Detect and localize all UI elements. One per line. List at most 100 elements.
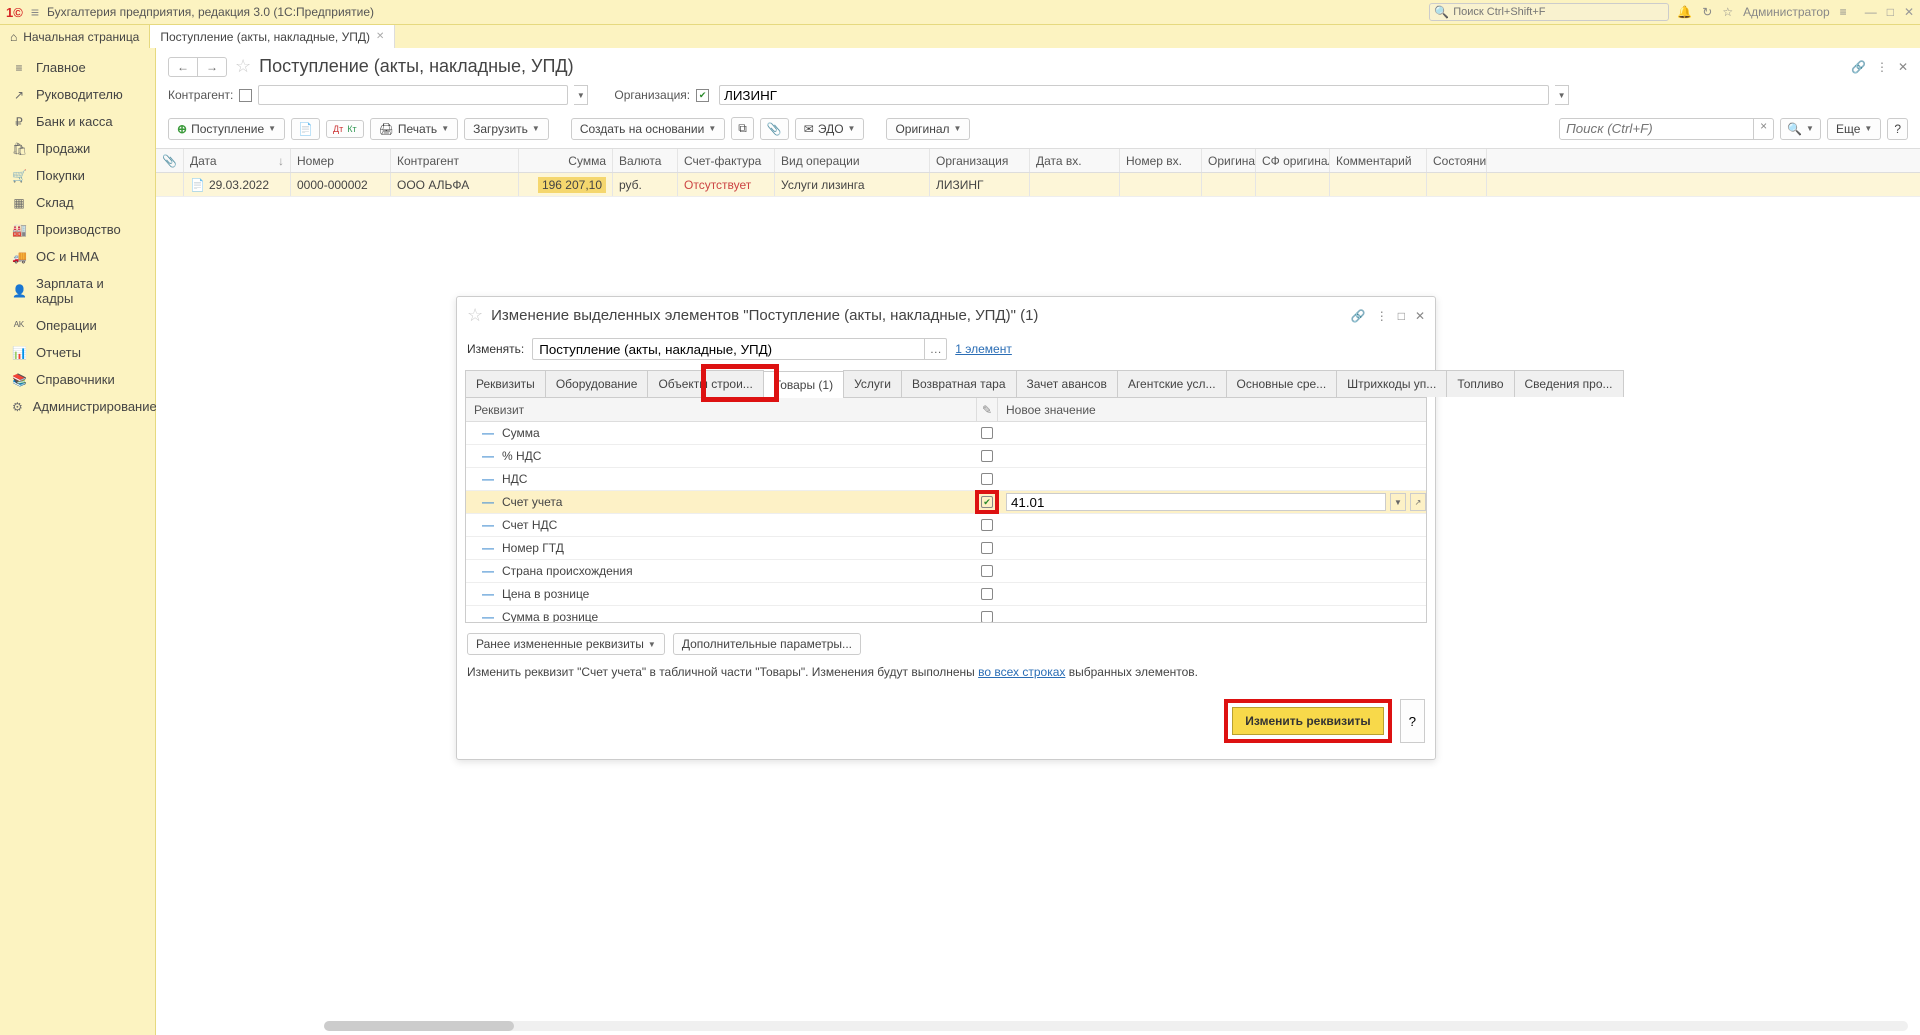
main-menu-icon[interactable]: ≡ [31, 4, 39, 20]
more-button[interactable]: Еще▼ [1827, 118, 1881, 140]
sidebar-item-4[interactable]: 🛒Покупки [0, 162, 155, 189]
dialog-tab-8[interactable]: Основные сре... [1226, 370, 1338, 397]
change-type-more-icon[interactable]: … [925, 338, 947, 360]
dialog-menu-icon[interactable]: ⋮ [1376, 309, 1388, 323]
sidebar-item-12[interactable]: ⚙Администрирование [0, 393, 155, 420]
apply-button[interactable]: Изменить реквизиты [1232, 707, 1383, 735]
filter-agent-checkbox[interactable] [239, 89, 252, 102]
dialog-tab-10[interactable]: Топливо [1446, 370, 1514, 397]
prev-changed-button[interactable]: Ранее измененные реквизиты▼ [467, 633, 665, 655]
attr-checkbox[interactable] [981, 542, 993, 554]
find-button[interactable]: 🔍▼ [1780, 118, 1821, 140]
sidebar-item-11[interactable]: 📚Справочники [0, 366, 155, 393]
attr-checkbox[interactable] [981, 611, 993, 622]
user-name[interactable]: Администратор [1743, 5, 1830, 19]
sidebar-item-3[interactable]: 🛍Продажи [0, 135, 155, 162]
dialog-link-icon[interactable]: 🔗 [1351, 309, 1366, 323]
global-search[interactable]: 🔍 [1429, 3, 1669, 21]
attr-value-open-icon[interactable]: ↗ [1410, 493, 1426, 511]
attr-col-edit-icon[interactable]: ✎ [976, 398, 998, 421]
sidebar-item-9[interactable]: ᴬᴷОперации [0, 312, 155, 339]
dialog-tab-4[interactable]: Услуги [843, 370, 902, 397]
original-button[interactable]: Оригинал▼ [886, 118, 970, 140]
scrollbar-thumb[interactable] [324, 1021, 514, 1031]
change-type-input[interactable] [532, 338, 925, 360]
structure-button[interactable]: ⧉ [731, 117, 754, 140]
dialog-tab-0[interactable]: Реквизиты [465, 370, 546, 397]
dialog-tab-7[interactable]: Агентские усл... [1117, 370, 1227, 397]
attr-row[interactable]: —Номер ГТД [466, 537, 1426, 560]
sidebar-item-6[interactable]: 🏭Производство [0, 216, 155, 243]
attr-row[interactable]: —Счет учета ✔ ▼↗ [466, 491, 1426, 514]
dialog-tab-1[interactable]: Оборудование [545, 370, 649, 397]
attr-row[interactable]: —Счет НДС [466, 514, 1426, 537]
col-comm[interactable]: Комментарий [1330, 149, 1427, 172]
filter-org-input[interactable] [719, 85, 1549, 105]
col-num[interactable]: Номер [291, 149, 391, 172]
col-state[interactable]: Состояние [1427, 149, 1487, 172]
history-icon[interactable]: ↻ [1702, 5, 1712, 19]
dialog-tab-9[interactable]: Штрихкоды уп... [1336, 370, 1447, 397]
dialog-tab-2[interactable]: Объекты строи... [647, 370, 763, 397]
attr-checkbox[interactable] [981, 565, 993, 577]
dialog-help-button[interactable]: ? [1400, 699, 1425, 743]
filter-org-dropdown-icon[interactable]: ▼ [1555, 85, 1569, 105]
col-sforig[interactable]: СФ оригинал [1256, 149, 1330, 172]
toolbar-search-input[interactable] [1559, 118, 1754, 140]
sidebar-item-0[interactable]: ≡Главное [0, 54, 155, 81]
nav-fwd-icon[interactable]: → [198, 58, 226, 76]
attr-row[interactable]: —Цена в рознице [466, 583, 1426, 606]
extra-params-button[interactable]: Дополнительные параметры... [673, 633, 861, 655]
tab-active[interactable]: Поступление (акты, накладные, УПД) ✕ [150, 25, 395, 48]
col-attach[interactable]: 📎 [156, 149, 184, 172]
col-org[interactable]: Организация [930, 149, 1030, 172]
col-numin[interactable]: Номер вх. [1120, 149, 1202, 172]
receipt-button[interactable]: ⊕Поступление▼ [168, 118, 285, 140]
edo-button[interactable]: ✉ЭДО▼ [795, 118, 865, 140]
print-button[interactable]: 🖨Печать▼ [370, 118, 458, 140]
dialog-maximize-icon[interactable]: □ [1398, 309, 1405, 323]
dialog-tab-6[interactable]: Зачет авансов [1016, 370, 1118, 397]
col-inv[interactable]: Счет-фактура [678, 149, 775, 172]
sidebar-item-2[interactable]: ₽Банк и касса [0, 108, 155, 135]
tab-start-page[interactable]: ⌂ Начальная страница [0, 25, 150, 48]
dialog-favorite-icon[interactable]: ☆ [467, 305, 483, 326]
filter-org-checkbox[interactable]: ✔ [696, 89, 709, 102]
attr-value-dropdown-icon[interactable]: ▼ [1390, 493, 1406, 511]
bell-icon[interactable]: 🔔 [1677, 5, 1692, 19]
col-agent[interactable]: Контрагент [391, 149, 519, 172]
all-rows-link[interactable]: во всех строках [978, 665, 1065, 679]
dialog-close-icon[interactable]: ✕ [1415, 309, 1425, 323]
sidebar-item-10[interactable]: 📊Отчеты [0, 339, 155, 366]
attach-button[interactable]: 📎 [760, 118, 789, 140]
filter-agent-input[interactable] [258, 85, 568, 105]
attr-col-value[interactable]: Новое значение [998, 403, 1426, 417]
sidebar-item-8[interactable]: 👤Зарплата и кадры [0, 270, 155, 312]
filter-agent-dropdown-icon[interactable]: ▼ [574, 85, 588, 105]
col-curr[interactable]: Валюта [613, 149, 678, 172]
col-date[interactable]: Дата↓ [184, 149, 291, 172]
create-based-button[interactable]: Создать на основании▼ [571, 118, 725, 140]
attr-col-name[interactable]: Реквизит [466, 403, 976, 417]
dialog-tab-3[interactable]: Товары (1) [763, 371, 844, 398]
star-icon[interactable]: ☆ [1722, 5, 1733, 19]
tab-close-icon[interactable]: ✕ [376, 31, 384, 42]
attr-row[interactable]: —НДС [466, 468, 1426, 491]
menu-dots-icon[interactable]: ⋮ [1876, 60, 1888, 74]
attr-value-input[interactable] [1006, 493, 1386, 511]
attr-checkbox[interactable]: ✔ [981, 496, 993, 508]
attr-checkbox[interactable] [981, 450, 993, 462]
attr-checkbox[interactable] [981, 473, 993, 485]
table-row[interactable]: 📄29.03.2022 0000-000002 ООО АЛЬФА 196 20… [156, 173, 1920, 197]
horizontal-scrollbar[interactable] [324, 1021, 1908, 1031]
col-datein[interactable]: Дата вх. [1030, 149, 1120, 172]
help-button[interactable]: ? [1887, 118, 1908, 140]
element-count-link[interactable]: 1 элемент [955, 342, 1012, 356]
attr-row[interactable]: —% НДС [466, 445, 1426, 468]
attr-row[interactable]: —Сумма [466, 422, 1426, 445]
toolbar-search-clear-icon[interactable]: × [1754, 118, 1774, 140]
attr-checkbox[interactable] [981, 519, 993, 531]
dtkr-button[interactable]: ДтКт [326, 120, 364, 138]
page-close-icon[interactable]: ✕ [1898, 60, 1908, 74]
col-op[interactable]: Вид операции [775, 149, 930, 172]
